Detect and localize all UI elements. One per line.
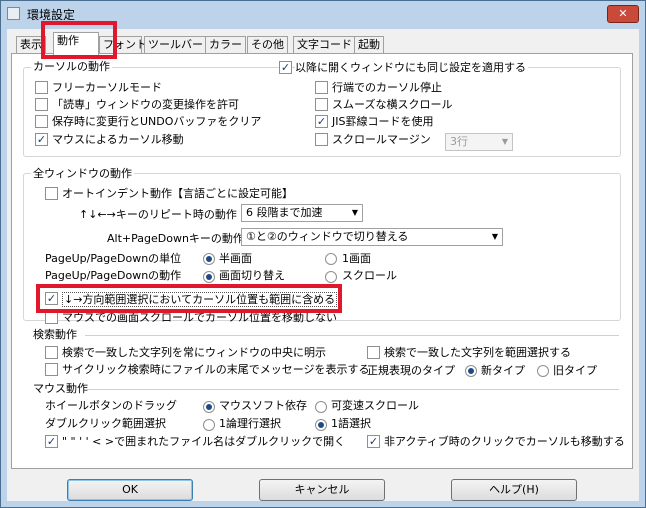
arrow-repeat-select[interactable]: 6 段階まで加速 ▼ (241, 204, 363, 222)
alt-pagedown-select[interactable]: ①と②のウィンドウで切り替える ▼ (241, 228, 503, 246)
tab-other[interactable]: その他 (247, 36, 288, 53)
auto-indent-checkbox[interactable] (45, 187, 58, 200)
jis-border-label: JIS罫線コードを使用 (332, 115, 434, 128)
wheel-mousesoft-radio[interactable] (203, 401, 215, 413)
action-scroll-label: スクロール (342, 269, 397, 282)
cyclic-message-label: サイクリック検索時にファイルの末尾でメッセージを表示する (62, 363, 370, 376)
clear-undo-label: 保存時に変更行とUNDOバッファをクリア (52, 115, 262, 128)
center-match-label: 検索で一致した文字列を常にウィンドウの中央に明示 (62, 346, 326, 359)
dbl-word-label: 1語選択 (331, 417, 371, 430)
settings-window: 環境設定 ✕ 表示 動作 フォント ツールバー カラー その他 文字コード 起動… (0, 0, 646, 508)
jis-border-checkbox[interactable]: ✓ (315, 115, 328, 128)
mouse-cursor-move-checkbox[interactable]: ✓ (35, 133, 48, 146)
tab-encoding[interactable]: 文字コード (293, 36, 356, 53)
pageupdown-action-label: PageUp/PageDownの動作 (45, 269, 182, 282)
select-match-label: 検索で一致した文字列を範囲選択する (384, 346, 571, 359)
smooth-hscroll-checkbox[interactable] (315, 98, 328, 111)
mouse-cursor-move-label: マウスによるカーソル移動 (52, 133, 184, 146)
arrow-repeat-label: ↑↓←→キーのリピート時の動作 (79, 208, 237, 221)
dbl-logical-line-label: 1論理行選択 (219, 417, 281, 430)
wheel-variable-radio[interactable] (315, 401, 327, 413)
wheel-drag-label: ホイールボタンのドラッグ (45, 399, 177, 412)
scroll-margin-select[interactable]: 3行 ▼ (445, 133, 513, 151)
free-cursor-label: フリーカーソルモード (52, 81, 162, 94)
readonly-window-ops-label: 「読専」ウィンドウの変更操作を許可 (52, 98, 239, 111)
dbl-open-file-checkbox[interactable]: ✓ (45, 435, 58, 448)
regex-type-label: 正規表現のタイプ (367, 364, 455, 377)
auto-indent-label: オートインデント動作【言語ごとに設定可能】 (62, 187, 293, 200)
tab-color[interactable]: カラー (205, 36, 246, 53)
window-section-label: 全ウィンドウの動作 (31, 167, 134, 180)
regex-new-radio[interactable] (465, 365, 477, 377)
wheel-mousesoft-label: マウスソフト依存 (219, 399, 307, 412)
range-select-highlight (36, 284, 342, 313)
unit-full-label: 1画面 (342, 252, 371, 265)
app-icon (7, 7, 20, 20)
regex-old-radio[interactable] (537, 365, 549, 377)
chevron-down-icon: ▼ (351, 208, 358, 217)
scroll-margin-label: スクロールマージン (332, 133, 431, 146)
action-scroll-radio[interactable] (325, 271, 337, 283)
close-button[interactable]: ✕ (607, 5, 639, 23)
stop-line-end-checkbox[interactable] (315, 81, 328, 94)
inactive-click-move-checkbox[interactable]: ✓ (367, 435, 380, 448)
mouse-section-label: マウス動作 (33, 382, 88, 395)
unit-half-radio[interactable] (203, 253, 215, 265)
clear-undo-checkbox[interactable] (35, 115, 48, 128)
action-switch-radio[interactable] (203, 271, 215, 283)
inactive-click-move-label: 非アクティブ時のクリックでカーソルも移動する (384, 435, 625, 448)
tab-toolbar[interactable]: ツールバー (144, 36, 207, 53)
dbl-word-radio[interactable] (315, 419, 327, 431)
center-match-checkbox[interactable] (45, 346, 58, 359)
regex-new-label: 新タイプ (481, 364, 525, 377)
chevron-down-icon: ▼ (501, 137, 508, 146)
scroll-margin-checkbox[interactable] (315, 133, 328, 146)
behavior-tab-highlight (41, 21, 117, 59)
search-divider (85, 335, 619, 336)
wheel-variable-label: 可変速スクロール (331, 399, 419, 412)
free-cursor-checkbox[interactable] (35, 81, 48, 94)
cursor-group-label: カーソルの動作 (31, 60, 112, 73)
regex-old-label: 旧タイプ (553, 364, 597, 377)
pageupdown-unit-label: PageUp/PageDownの単位 (45, 252, 182, 265)
apply-new-windows-label: 以降に開くウィンドウにも同じ設定を適用する (295, 61, 528, 74)
alt-pagedown-label: Alt+PageDownキーの動作 (107, 232, 244, 245)
alt-pagedown-value: ①と②のウィンドウで切り替える (246, 230, 409, 243)
chevron-down-icon: ▼ (491, 232, 498, 241)
help-button[interactable]: ヘルプ(H) (451, 479, 577, 501)
select-match-checkbox[interactable] (367, 346, 380, 359)
search-section-label: 検索動作 (33, 328, 77, 341)
cancel-button[interactable]: キャンセル (259, 479, 385, 501)
dblclick-label: ダブルクリック範囲選択 (45, 417, 166, 430)
stop-line-end-label: 行端でのカーソル停止 (332, 81, 442, 94)
arrow-repeat-value: 6 段階まで加速 (246, 206, 323, 219)
smooth-hscroll-label: スムーズな横スクロール (332, 98, 453, 111)
action-switch-label: 画面切り替え (219, 269, 285, 282)
dbl-logical-line-radio[interactable] (203, 419, 215, 431)
mouse-divider (85, 389, 619, 390)
unit-half-label: 半画面 (219, 252, 252, 265)
unit-full-radio[interactable] (325, 253, 337, 265)
tab-startup[interactable]: 起動 (354, 36, 384, 53)
dbl-open-file-label: " " ' ' < >で囲まれたファイル名はダブルクリックで開く (62, 435, 346, 448)
apply-new-windows-checkbox[interactable]: ✓ (279, 61, 292, 74)
scroll-margin-value: 3行 (450, 135, 468, 148)
readonly-window-ops-checkbox[interactable] (35, 98, 48, 111)
cyclic-message-checkbox[interactable] (45, 363, 58, 376)
ok-button[interactable]: OK (67, 479, 193, 501)
